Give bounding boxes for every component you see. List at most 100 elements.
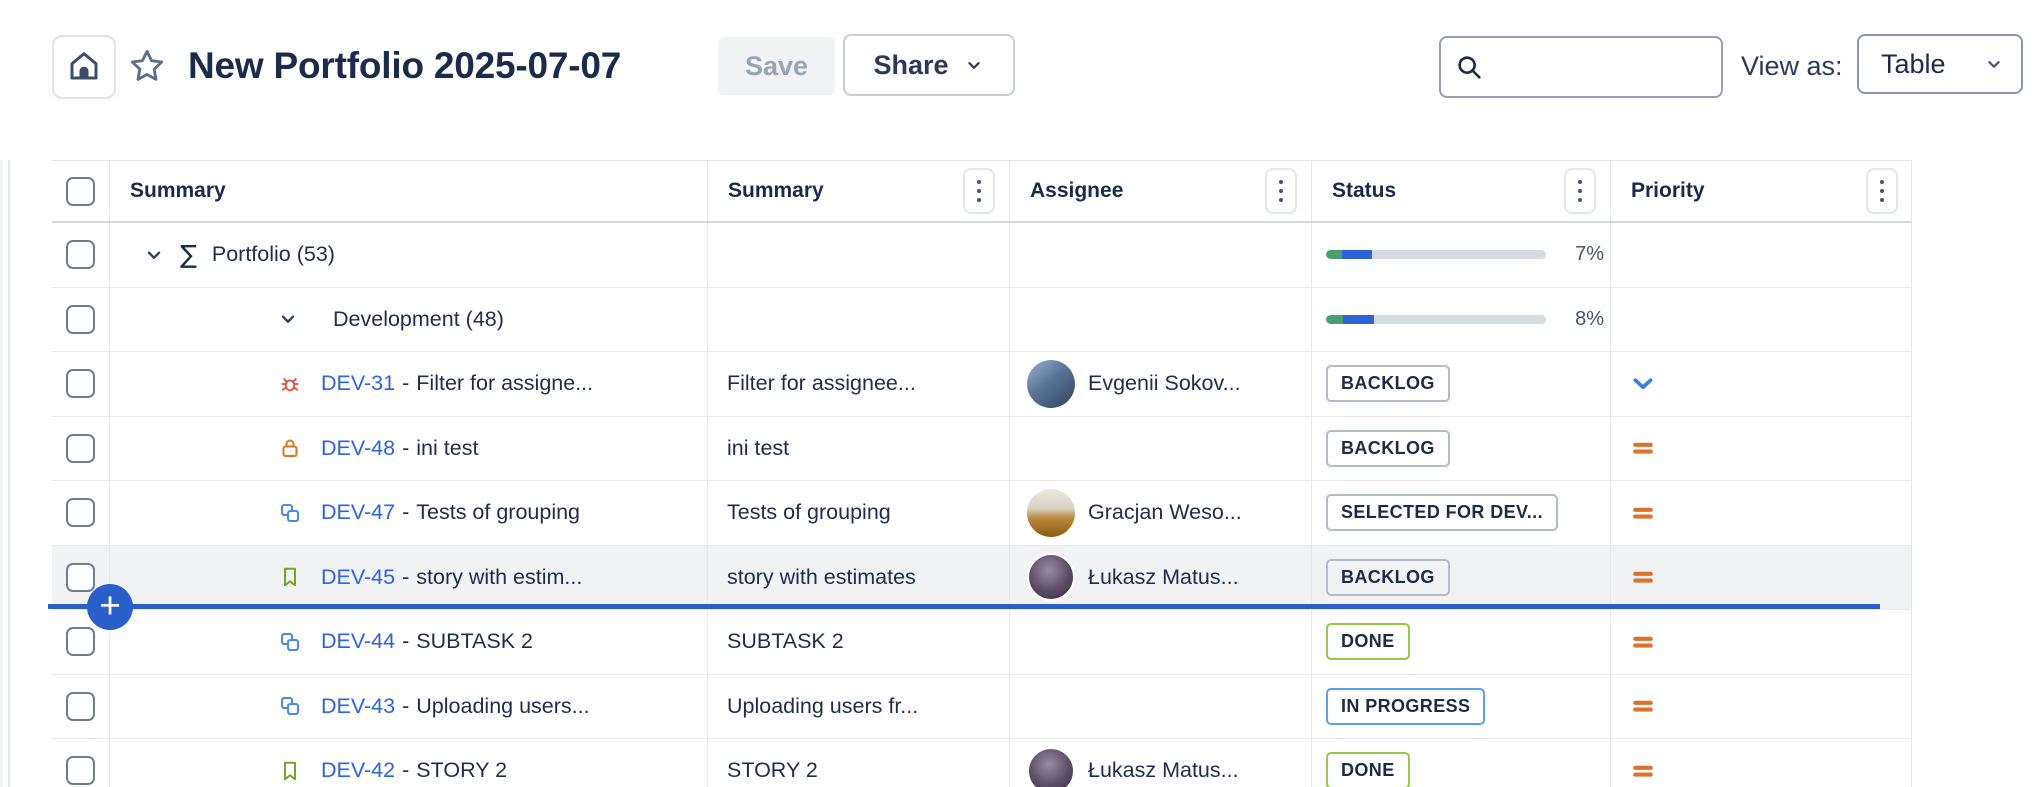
column-menu-button[interactable] (1866, 168, 1898, 214)
priority-cell (1611, 288, 1912, 352)
summary-cell: DEV-47-Tests of grouping (110, 481, 708, 545)
row-checkbox[interactable] (66, 240, 95, 269)
row-checkbox[interactable] (66, 692, 95, 721)
status-badge[interactable]: IN PROGRESS (1326, 688, 1485, 725)
assignee-name: Evgenii Sokov... (1088, 371, 1241, 396)
progress-percent: 8% (1556, 308, 1604, 331)
key-title-separator: - (402, 629, 409, 654)
summary-cell: Development (48) (110, 288, 708, 352)
priority-medium-icon[interactable] (1630, 693, 1656, 719)
assignee-cell (1010, 610, 1312, 674)
row-checkbox[interactable] (66, 627, 95, 656)
star-icon[interactable] (127, 46, 167, 86)
priority-medium-icon[interactable] (1630, 435, 1656, 461)
column-menu-button[interactable] (963, 168, 995, 214)
summary-text: Uploading users fr... (727, 694, 918, 719)
status-cell: IN PROGRESS (1312, 675, 1611, 739)
status-badge[interactable]: BACKLOG (1326, 430, 1450, 467)
status-badge[interactable]: DONE (1326, 623, 1410, 660)
assignee-name: Łukasz Matus... (1088, 565, 1239, 590)
row-checkbox[interactable] (66, 305, 95, 334)
summary-text: Tests of grouping (727, 500, 891, 525)
row-checkbox[interactable] (66, 369, 95, 398)
status-badge[interactable]: SELECTED FOR DEV... (1326, 494, 1558, 531)
summary-text-cell: Uploading users fr... (708, 675, 1010, 739)
priority-medium-icon[interactable] (1630, 758, 1656, 784)
avatar (1027, 553, 1075, 601)
group-label: Portfolio (53) (212, 242, 335, 267)
issue-key-link[interactable]: DEV-43 (321, 694, 395, 719)
priority-medium-icon[interactable] (1630, 500, 1656, 526)
column-menu-button[interactable] (1265, 168, 1297, 214)
issue-key-link[interactable]: DEV-45 (321, 565, 395, 590)
issue-key-link[interactable]: DEV-48 (321, 436, 395, 461)
assignee-name: Gracjan Weso... (1088, 500, 1242, 525)
status-cell: DONE (1312, 610, 1611, 674)
column-label: Assignee (1010, 179, 1123, 203)
row-select-cell (52, 739, 110, 787)
save-button[interactable]: Save (718, 37, 835, 95)
view-as-select[interactable]: Table (1857, 34, 2023, 94)
row-select-cell (52, 223, 110, 287)
share-button[interactable]: Share (843, 34, 1015, 96)
status-badge[interactable]: DONE (1326, 752, 1410, 787)
bug-icon (278, 372, 302, 396)
row-select-cell (52, 352, 110, 416)
summary-text: ini test (727, 436, 789, 461)
summary-text-cell: SUBTASK 2 (708, 610, 1010, 674)
table-header-row: SummarySummaryAssigneeStatusPriority (52, 161, 1911, 223)
expand-chevron-icon[interactable] (277, 308, 299, 330)
priority-medium-icon[interactable] (1630, 629, 1656, 655)
row-checkbox[interactable] (66, 498, 95, 527)
issue-row: DEV-45-story with estim...story with est… (52, 546, 1911, 611)
priority-cell (1611, 675, 1912, 739)
issue-key-link[interactable]: DEV-42 (321, 758, 395, 783)
expand-chevron-icon[interactable] (143, 244, 165, 266)
issue-row: DEV-42-STORY 2STORY 2Łukasz Matus...DONE (52, 739, 1911, 787)
status-badge[interactable]: BACKLOG (1326, 559, 1450, 596)
status-badge[interactable]: BACKLOG (1326, 365, 1450, 402)
summary-text: SUBTASK 2 (727, 629, 844, 654)
issue-title: Filter for assigne... (416, 371, 593, 396)
progress-blue-segment (1342, 250, 1372, 259)
row-select-cell (52, 417, 110, 481)
issue-key-link[interactable]: DEV-44 (321, 629, 395, 654)
page-title: New Portfolio 2025-07-07 (188, 0, 621, 132)
insert-row-line (48, 604, 1880, 609)
home-button[interactable] (52, 35, 116, 99)
issue-title: STORY 2 (416, 758, 507, 783)
add-row-button[interactable]: + (87, 584, 133, 630)
view-as-value: Table (1881, 49, 1946, 80)
row-checkbox[interactable] (66, 434, 95, 463)
topbar: New Portfolio 2025-07-07 Save Share View… (0, 0, 2035, 160)
column-header-select (52, 161, 110, 221)
issue-key-link[interactable]: DEV-31 (321, 371, 395, 396)
select-all-checkbox[interactable] (66, 177, 95, 206)
chevron-down-icon (1983, 53, 2005, 75)
row-checkbox[interactable] (66, 563, 95, 592)
summary-cell: DEV-43-Uploading users... (110, 675, 708, 739)
column-header-summary: Summary (708, 161, 1010, 221)
row-checkbox[interactable] (66, 756, 95, 785)
lock-icon (278, 436, 302, 460)
summary-text: Filter for assignee... (727, 371, 916, 396)
assignee-cell (1010, 675, 1312, 739)
summary-cell: DEV-42-STORY 2 (110, 739, 708, 787)
key-title-separator: - (402, 694, 409, 719)
group-row: ∑Portfolio (53)7% (52, 223, 1911, 288)
summary-text-cell: ini test (708, 417, 1010, 481)
progress-blue-segment (1343, 315, 1374, 324)
subtask-icon (278, 501, 302, 525)
priority-low-icon[interactable] (1630, 371, 1656, 397)
search-input[interactable] (1494, 53, 1721, 81)
assignee-cell (1010, 417, 1312, 481)
status-cell: 7% (1312, 223, 1611, 287)
issue-key-link[interactable]: DEV-47 (321, 500, 395, 525)
column-menu-button[interactable] (1564, 168, 1596, 214)
priority-medium-icon[interactable] (1630, 564, 1656, 590)
status-cell: BACKLOG (1312, 546, 1611, 610)
search-icon (1454, 52, 1484, 82)
summary-text-cell: Filter for assignee... (708, 352, 1010, 416)
issue-title: Tests of grouping (416, 500, 580, 525)
column-label: Status (1312, 179, 1396, 203)
